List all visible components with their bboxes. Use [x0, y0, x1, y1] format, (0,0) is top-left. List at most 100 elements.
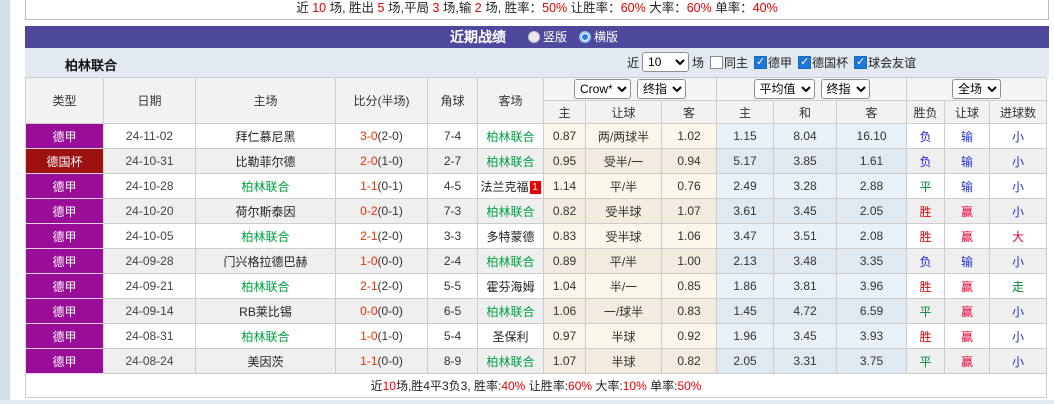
final-odds-select[interactable]: 终指 — [637, 79, 687, 99]
goals-outcome: 走 — [989, 273, 1048, 299]
checkbox-icon-same-home[interactable] — [710, 55, 724, 69]
fulltime-score: 1-1 — [360, 354, 378, 368]
stat-segment: 近 — [296, 1, 313, 15]
away-team: 多特蒙德 — [477, 223, 544, 249]
result-outcome: 负 — [906, 123, 946, 149]
league-badge: 德甲 — [25, 198, 104, 224]
full-match-select[interactable]: 全场 — [952, 79, 1002, 99]
league-badge: 德甲 — [25, 123, 104, 149]
filter-row: 柏林联合 近10场 同主 德甲 德国杯 球会友谊 — [25, 48, 1049, 77]
corner-score: 6-5 — [427, 298, 478, 324]
checkbox-icon-club-friendly[interactable] — [854, 55, 868, 69]
average-select[interactable]: 平均值 — [753, 79, 815, 99]
top-stats-bar: 近 10 场, 胜出 5 场,平局 3 场,输 2 场, 胜率：50% 让胜率：… — [25, 0, 1049, 20]
result-outcome: 胜 — [906, 198, 946, 224]
away-team-name: 柏林联合 — [486, 354, 535, 369]
handicap-outcome: 赢 — [944, 273, 991, 299]
sub-column-header-3: 主 — [716, 100, 775, 124]
avg-draw: 8.04 — [773, 123, 838, 149]
sub-column-header-0: 主 — [543, 100, 586, 124]
fulltime-score: 1-0 — [360, 254, 378, 268]
match-score: 0-2(0-1) — [335, 198, 428, 224]
stat-segment: 场, 胜出 — [326, 1, 378, 15]
away-team-name: 柏林联合 — [486, 129, 535, 144]
home-team-name: 拜仁慕尼黑 — [235, 129, 296, 144]
odds-handicap: 一/球半 — [585, 298, 662, 324]
match-date: 24-10-31 — [103, 148, 196, 174]
odds-handicap: 平/半 — [585, 173, 662, 199]
stat-segment: 5 — [377, 1, 385, 15]
away-team: 柏林联合 — [477, 298, 544, 324]
fulltime-score: 1-0 — [360, 329, 378, 343]
column-header-5: 客场 — [477, 77, 544, 124]
final-odds-select-2[interactable]: 终指 — [820, 79, 870, 99]
match-score: 2-1(2-0) — [335, 223, 428, 249]
match-date: 24-10-28 — [103, 173, 196, 199]
checkbox-label-bundesliga: 德甲 — [768, 55, 793, 70]
odds-away: 1.02 — [660, 123, 718, 149]
near-label: 近 — [627, 55, 640, 70]
stat-segment: 40% — [501, 379, 526, 393]
home-team: 柏林联合 — [195, 173, 336, 199]
corner-score: 2-7 — [427, 148, 478, 174]
avg-draw: 3.45 — [773, 323, 838, 349]
checkbox-icon-dfb-pokal[interactable] — [798, 55, 812, 69]
stat-segment: 大率： — [645, 1, 687, 15]
odds-handicap: 受半/一 — [585, 148, 662, 174]
halftime-score: (2-0) — [377, 229, 403, 243]
avg-draw: 3.48 — [773, 248, 838, 274]
away-team: 柏林联合 — [477, 248, 544, 274]
crow-select[interactable]: Crow* — [574, 79, 632, 99]
goals-outcome: 小 — [989, 123, 1048, 149]
league-badge: 德甲 — [25, 273, 104, 299]
league-badge: 德甲 — [25, 173, 104, 199]
halftime-score: (2-0) — [377, 279, 403, 293]
filter-checkbox-bundesliga[interactable]: 德甲 — [754, 54, 792, 71]
match-score: 1-1(0-0) — [335, 348, 428, 374]
odds-away: 1.06 — [660, 223, 718, 249]
layout-radio-horizontal[interactable]: 横版 — [579, 28, 618, 45]
layout-radio-vertical[interactable]: 竖版 — [527, 28, 567, 45]
home-team-name: 门兴格拉德巴赫 — [223, 254, 308, 269]
match-score: 1-1(0-1) — [335, 173, 428, 199]
away-team: 柏林联合 — [477, 198, 544, 224]
handicap-outcome: 输 — [944, 173, 991, 199]
odds-handicap: 平/半 — [585, 248, 662, 274]
avg-home: 1.15 — [716, 123, 775, 149]
avg-away: 3.93 — [836, 323, 908, 349]
avg-away: 2.88 — [836, 173, 908, 199]
filter-checkbox-club-friendly[interactable]: 球会友谊 — [854, 54, 916, 71]
halftime-score: (0-1) — [377, 179, 403, 193]
home-team-name: 比勒菲尔德 — [235, 154, 296, 169]
odds-home: 1.14 — [543, 173, 586, 199]
fulltime-score: 1-1 — [360, 179, 378, 193]
column-header-3: 比分(半场) — [335, 77, 428, 124]
home-team-name: 柏林联合 — [241, 329, 290, 344]
odds-away: 1.07 — [660, 198, 718, 224]
table-body: 德甲 24-11-02 拜仁慕尼黑 3-0(2-0) 7-4 柏林联合 0.87 两/两球半 1… — [25, 123, 1048, 374]
fulltime-score: 2-1 — [360, 279, 378, 293]
match-count-select[interactable]: 10 — [642, 52, 690, 72]
match-score: 2-1(2-0) — [335, 273, 428, 299]
match-row: 德甲 24-08-24 美因茨 1-1(0-0) 8-9 柏林联合 1.07 半球 0.82 2.… — [25, 348, 1048, 374]
odds-home: 0.89 — [543, 248, 586, 274]
handicap-outcome: 赢 — [944, 198, 991, 224]
filter-checkbox-dfb-pokal[interactable]: 德国杯 — [798, 54, 848, 71]
match-date: 24-09-28 — [103, 248, 196, 274]
avg-draw: 3.51 — [773, 223, 838, 249]
corner-score: 3-3 — [427, 223, 478, 249]
away-team: 柏林联合 — [477, 348, 544, 374]
radio-icon-horizontal[interactable] — [579, 30, 591, 43]
filter-checkbox-same-home[interactable]: 同主 — [710, 54, 748, 71]
halftime-score: (1-0) — [377, 329, 403, 343]
checkbox-icon-bundesliga[interactable] — [754, 55, 768, 69]
home-team-name: 荷尔斯泰因 — [235, 204, 296, 219]
odds-handicap: 两/两球半 — [585, 123, 662, 149]
odds-handicap: 半/一 — [585, 273, 662, 299]
match-score: 1-0(0-0) — [335, 248, 428, 274]
radio-icon-vertical[interactable] — [527, 30, 540, 43]
home-team: 比勒菲尔德 — [195, 148, 336, 174]
match-date: 24-08-31 — [103, 323, 196, 349]
avg-away: 16.10 — [836, 123, 908, 149]
match-date: 24-10-20 — [103, 198, 196, 224]
